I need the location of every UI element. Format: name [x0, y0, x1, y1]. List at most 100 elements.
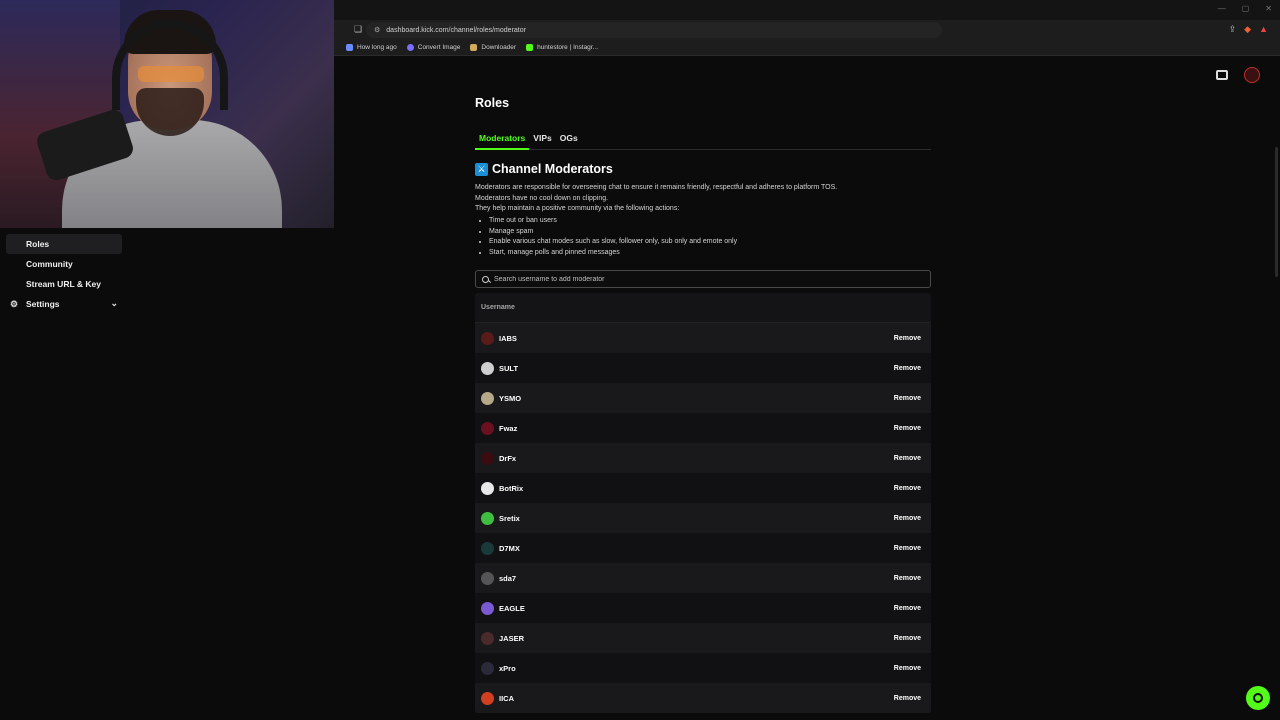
share-icon[interactable]: ⇪ [1229, 24, 1237, 35]
moderator-username[interactable]: EAGLE [499, 604, 525, 613]
remove-button[interactable]: Remove [894, 545, 921, 552]
table-row: IABS Remove [475, 323, 931, 353]
section-title: Channel Moderators [492, 162, 613, 176]
description-line: Moderators are responsible for overseein… [475, 184, 838, 191]
page-title: Roles [475, 96, 510, 110]
close-icon[interactable]: ✕ [1265, 4, 1272, 13]
sidebar-item-stream-url-key[interactable]: Stream URL & Key [6, 274, 122, 294]
url-field[interactable]: ⚙ dashboard.kick.com/channel/roles/moder… [366, 22, 942, 38]
description-line: They help maintain a positive community … [475, 205, 680, 213]
moderator-username[interactable]: Sretix [499, 514, 520, 523]
remove-button[interactable]: Remove [894, 695, 921, 702]
moderator-username[interactable]: IICA [499, 694, 514, 703]
chevron-down-icon[interactable]: ⌄ [110, 298, 118, 309]
moderator-avatar [481, 661, 494, 675]
brave-shield-icon[interactable]: ◆ [1244, 24, 1251, 35]
actions-list: Time out or ban users Manage spam Enable… [489, 216, 737, 258]
tab-vips[interactable]: VIPs [529, 132, 555, 150]
moderator-search[interactable] [475, 270, 931, 288]
user-avatar[interactable] [1244, 67, 1260, 83]
roles-tabs: Moderators VIPs OGs [475, 132, 931, 150]
list-item: Enable various chat modes such as slow, … [489, 237, 737, 248]
moderator-username[interactable]: SULT [499, 364, 518, 373]
window-controls: — ▢ ✕ [1218, 4, 1272, 13]
brave-rewards-icon[interactable]: ▲ [1259, 24, 1268, 35]
bookmark-star-icon[interactable]: ❏ [354, 24, 362, 35]
gear-icon: ⚙ [10, 299, 19, 309]
description-line: Moderators have no cool down on clipping… [475, 194, 609, 202]
moderator-avatar [481, 601, 494, 615]
minimize-icon[interactable]: — [1218, 4, 1226, 13]
sidebar: Roles Community Stream URL & Key ⚙ Setti… [0, 228, 334, 720]
sidebar-item-label: Stream URL & Key [26, 279, 101, 289]
sidebar-item-label: Roles [26, 239, 50, 249]
remove-button[interactable]: Remove [894, 425, 921, 432]
tab-ogs[interactable]: OGs [556, 132, 582, 150]
moderator-username[interactable]: D7MX [499, 544, 520, 553]
table-row: sda7 Remove [475, 563, 931, 593]
list-item: Start, manage polls and pinned messages [489, 248, 737, 259]
chat-icon [1253, 693, 1263, 703]
table-row: Fwaz Remove [475, 413, 931, 443]
table-row: Sretix Remove [475, 503, 931, 533]
description: Moderators are responsible for overseein… [475, 183, 837, 215]
remove-button[interactable]: Remove [894, 455, 921, 462]
moderator-username[interactable]: BotRix [499, 484, 523, 493]
sidebar-item-label: Settings [26, 299, 60, 309]
sidebar-item-community[interactable]: Community [6, 254, 122, 274]
table-row: BotRix Remove [475, 473, 931, 503]
help-chat-button[interactable] [1246, 686, 1270, 710]
url-text[interactable]: dashboard.kick.com/channel/roles/moderat… [386, 27, 526, 34]
moderator-avatar [481, 451, 494, 465]
moderator-avatar [481, 421, 494, 435]
sidebar-item-roles[interactable]: Roles [6, 234, 122, 254]
remove-button[interactable]: Remove [894, 395, 921, 402]
scrollbar[interactable] [1275, 147, 1278, 277]
column-header-username: Username [481, 304, 515, 311]
remove-button[interactable]: Remove [894, 365, 921, 372]
header-actions [1216, 67, 1260, 83]
maximize-icon[interactable]: ▢ [1242, 4, 1250, 13]
bookmark-label: Downloader [481, 44, 517, 51]
table-row: IICA Remove [475, 683, 931, 713]
remove-button[interactable]: Remove [894, 575, 921, 582]
remove-button[interactable]: Remove [894, 515, 921, 522]
studio-icon[interactable] [1216, 70, 1228, 80]
table-row: xPro Remove [475, 653, 931, 683]
bookmark-item[interactable]: Downloader [470, 44, 516, 51]
moderator-avatar [481, 481, 494, 495]
list-item: Manage spam [489, 227, 737, 238]
remove-button[interactable]: Remove [894, 635, 921, 642]
bookmark-label: huntestore | Instagr... [537, 44, 599, 51]
webcam-overlay [0, 0, 334, 228]
table-row: D7MX Remove [475, 533, 931, 563]
site-info-icon[interactable]: ⚙ [374, 26, 380, 34]
browser-titlebar: — ▢ ✕ [334, 0, 1280, 20]
moderator-username[interactable]: sda7 [499, 574, 516, 583]
bookmark-item[interactable]: Convert Image [406, 44, 461, 51]
moderator-username[interactable]: Fwaz [499, 424, 517, 433]
table-header: Username [475, 293, 931, 323]
sidebar-item-settings[interactable]: ⚙ Settings ⌄ [6, 294, 122, 314]
moderator-avatar [481, 691, 494, 705]
remove-button[interactable]: Remove [894, 665, 921, 672]
bookmark-item[interactable]: How long ago [346, 44, 397, 51]
table-row: SULT Remove [475, 353, 931, 383]
moderator-avatar [481, 571, 494, 585]
remove-button[interactable]: Remove [894, 605, 921, 612]
bookmark-label: Convert Image [417, 44, 461, 51]
moderator-username[interactable]: YSMO [499, 394, 521, 403]
tab-moderators[interactable]: Moderators [475, 132, 530, 150]
moderator-username[interactable]: xPro [499, 664, 516, 673]
moderator-username[interactable]: JASER [499, 634, 524, 643]
search-input[interactable] [494, 275, 914, 283]
remove-button[interactable]: Remove [894, 485, 921, 492]
moderator-username[interactable]: DrFx [499, 454, 516, 463]
bookmark-item[interactable]: huntestore | Instagr... [526, 44, 598, 51]
bookmark-label: How long ago [357, 44, 397, 51]
remove-button[interactable]: Remove [894, 335, 921, 342]
bookmarks-bar: How long ago Convert Image Downloader hu… [334, 40, 1280, 56]
search-icon [482, 275, 489, 283]
sidebar-item-label: Community [26, 259, 73, 269]
moderator-username[interactable]: IABS [499, 334, 517, 343]
